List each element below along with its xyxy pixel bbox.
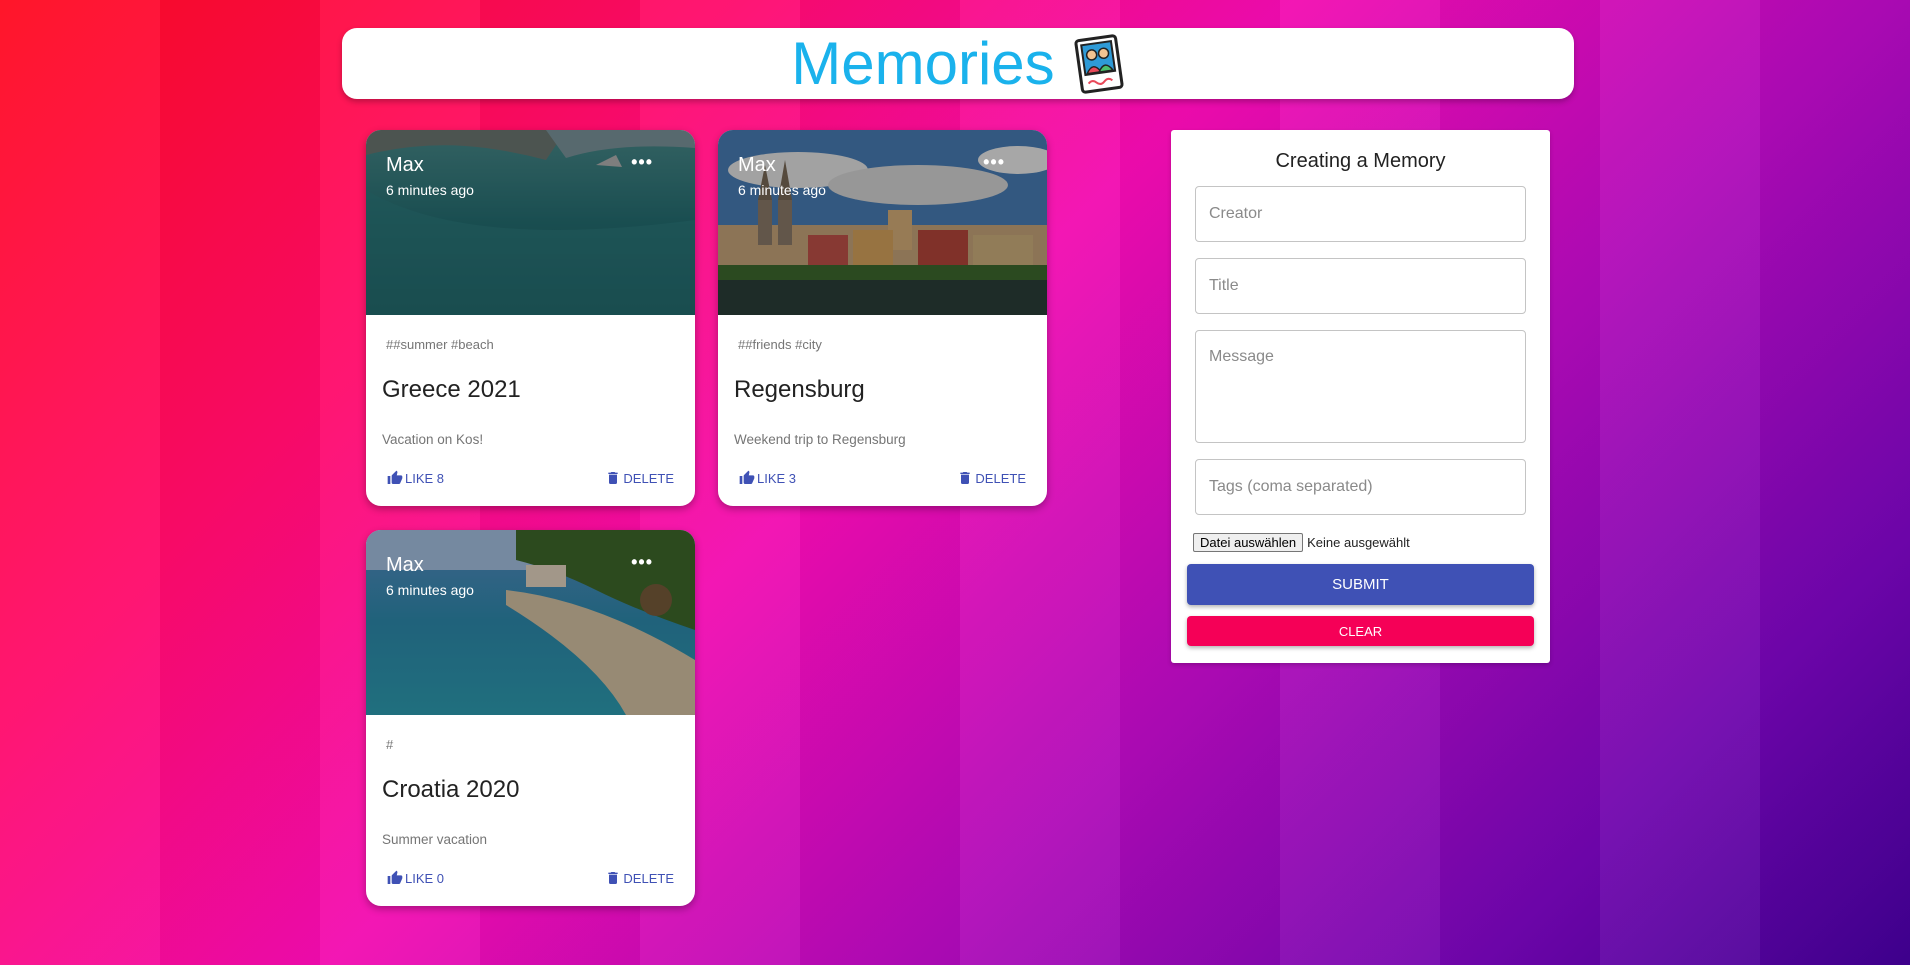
delete-label: DELETE	[975, 470, 1026, 486]
more-horiz-icon[interactable]: •••	[983, 152, 1005, 173]
delete-button[interactable]: DELETE	[957, 470, 1026, 486]
post-message: Weekend trip to Regensburg	[734, 432, 906, 447]
post-creator: Max	[386, 154, 424, 176]
form-heading: Creating a Memory	[1275, 150, 1446, 172]
thumb-up-icon	[739, 470, 755, 484]
tags-field[interactable]	[1195, 459, 1526, 515]
like-label: LIKE 3	[757, 470, 797, 486]
submit-button[interactable]: SUBMIT	[1187, 564, 1534, 605]
like-button[interactable]: LIKE 0	[387, 870, 444, 886]
trash-icon	[608, 872, 619, 884]
post-image: Max 6 minutes ago •••	[366, 530, 695, 715]
file-input: Datei auswählen Keine ausgewählt	[1193, 533, 1410, 552]
post-time: 6 minutes ago	[738, 182, 826, 198]
like-label: LIKE 8	[405, 470, 445, 486]
file-status: Keine ausgewählt	[1307, 535, 1410, 550]
post-actions: LIKE 8 DELETE	[366, 470, 695, 494]
post-tags: ##friends #city	[738, 337, 822, 352]
post-message: Summer vacation	[382, 832, 488, 847]
thumb-up-icon	[387, 470, 403, 484]
post-card: Max 6 minutes ago ••• ##summer #beach Gr…	[366, 130, 695, 506]
delete-label: DELETE	[623, 870, 674, 886]
creator-field[interactable]	[1195, 186, 1526, 242]
post-tags: ##summer #beach	[386, 337, 494, 352]
post-title: Greece 2021	[382, 376, 521, 403]
clear-button[interactable]: CLEAR	[1187, 616, 1534, 646]
memories-photo-icon	[1074, 33, 1124, 94]
post-image: Max 6 minutes ago •••	[718, 130, 1047, 315]
app-title: Memories	[791, 29, 1055, 97]
post-time: 6 minutes ago	[386, 582, 474, 598]
post-image: Max 6 minutes ago •••	[366, 130, 695, 315]
file-choose-button[interactable]: Datei auswählen	[1193, 533, 1304, 552]
post-creator: Max	[386, 554, 424, 576]
delete-button[interactable]: DELETE	[605, 870, 674, 886]
message-field[interactable]	[1195, 330, 1526, 443]
post-card: Max 6 minutes ago ••• # Croatia 2020 Sum…	[366, 530, 695, 906]
post-actions: LIKE 3 DELETE	[718, 470, 1047, 494]
trash-icon	[960, 472, 971, 484]
post-tags: #	[386, 737, 394, 752]
more-horiz-icon[interactable]: •••	[631, 152, 653, 173]
post-title: Regensburg	[734, 376, 865, 403]
memory-form: Creating a Memory Datei auswählen Keine …	[1171, 130, 1550, 663]
more-horiz-icon[interactable]: •••	[631, 552, 653, 573]
app-bar: Memories	[342, 28, 1574, 99]
post-time: 6 minutes ago	[386, 182, 474, 198]
like-label: LIKE 0	[405, 870, 445, 886]
post-message: Vacation on Kos!	[382, 432, 484, 447]
like-button[interactable]: LIKE 3	[739, 470, 796, 486]
post-creator: Max	[738, 154, 776, 176]
like-button[interactable]: LIKE 8	[387, 470, 444, 486]
trash-icon	[608, 472, 619, 484]
title-field[interactable]	[1195, 258, 1526, 314]
delete-label: DELETE	[623, 470, 674, 486]
thumb-up-icon	[387, 870, 403, 884]
delete-button[interactable]: DELETE	[605, 470, 674, 486]
post-actions: LIKE 0 DELETE	[366, 870, 695, 894]
post-title: Croatia 2020	[382, 776, 520, 803]
post-card: Max 6 minutes ago ••• ##friends #city Re…	[718, 130, 1047, 506]
